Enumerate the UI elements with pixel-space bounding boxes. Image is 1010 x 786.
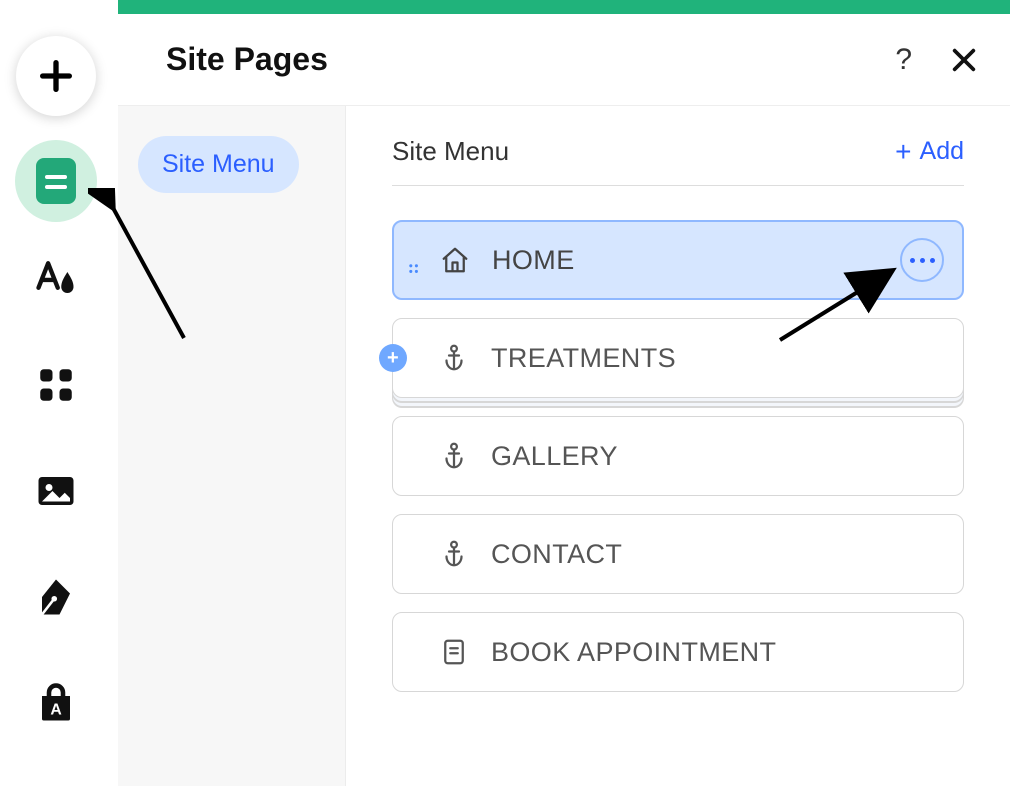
- page-item[interactable]: GALLERY: [392, 416, 964, 496]
- theme-button[interactable]: [32, 255, 80, 303]
- page-item[interactable]: +TREATMENTS: [392, 318, 964, 398]
- anchor-icon: [437, 439, 471, 473]
- top-accent-bar: [118, 0, 1010, 14]
- dots-icon: [910, 258, 915, 263]
- blog-button[interactable]: [32, 573, 80, 621]
- editor-toolbar: A: [0, 0, 112, 786]
- question-icon: ?: [895, 43, 912, 76]
- drag-icon: [408, 263, 422, 277]
- help-button[interactable]: ?: [895, 43, 912, 77]
- plus-icon: +: [895, 138, 911, 166]
- panel-header: Site Pages ?: [118, 14, 1010, 106]
- home-icon: [438, 243, 472, 277]
- anchor-icon: [437, 341, 471, 375]
- page-label: GALLERY: [491, 441, 618, 472]
- page-icon: [437, 635, 471, 669]
- store-button[interactable]: A: [32, 679, 80, 727]
- page-label: HOME: [492, 245, 575, 276]
- pen-nib-icon: [35, 576, 77, 618]
- shop-icon: A: [35, 682, 77, 724]
- image-icon: [35, 470, 77, 512]
- add-subpage-badge[interactable]: +: [379, 344, 407, 372]
- pages-button[interactable]: [15, 140, 97, 222]
- grid-icon: [35, 364, 77, 406]
- close-icon: [948, 44, 980, 76]
- apps-button[interactable]: [32, 361, 80, 409]
- main-heading: Site Menu: [392, 136, 509, 167]
- anchor-icon: [437, 537, 471, 571]
- page-list: HOME +TREATMENTS GALLERY CONTACT BOOK APPOIN…: [392, 220, 964, 692]
- page-item[interactable]: CONTACT: [392, 514, 964, 594]
- main-header: Site Menu + Add: [392, 136, 964, 186]
- close-button[interactable]: [948, 44, 980, 76]
- svg-text:A: A: [50, 701, 61, 718]
- plus-icon: +: [387, 347, 399, 370]
- panel-sidebar: Site Menu: [118, 106, 346, 786]
- site-menu-pill[interactable]: Site Menu: [138, 136, 299, 193]
- panel-body: Site Menu Site Menu + Add HOME+TREATMENT…: [118, 106, 1010, 786]
- page-label: CONTACT: [491, 539, 622, 570]
- panel-title: Site Pages: [166, 41, 328, 78]
- page-item[interactable]: HOME: [392, 220, 964, 300]
- page-more-button[interactable]: [900, 238, 944, 282]
- panel-main: Site Menu + Add HOME+TREATMENTSGALLERYCO…: [346, 106, 1010, 786]
- media-button[interactable]: [32, 467, 80, 515]
- add-page-button[interactable]: + Add: [895, 137, 964, 166]
- add-label: Add: [920, 137, 964, 166]
- add-element-button[interactable]: [16, 36, 96, 116]
- page-label: BOOK APPOINTMENT: [491, 637, 776, 668]
- page-icon: [36, 158, 76, 204]
- site-pages-panel: Site Pages ? Site Menu Site Menu + Add H…: [118, 14, 1010, 786]
- text-drop-icon: [35, 258, 77, 300]
- plus-icon: [36, 56, 76, 96]
- drag-handle[interactable]: [408, 253, 422, 267]
- page-item[interactable]: BOOK APPOINTMENT: [392, 612, 964, 692]
- page-label: TREATMENTS: [491, 343, 676, 374]
